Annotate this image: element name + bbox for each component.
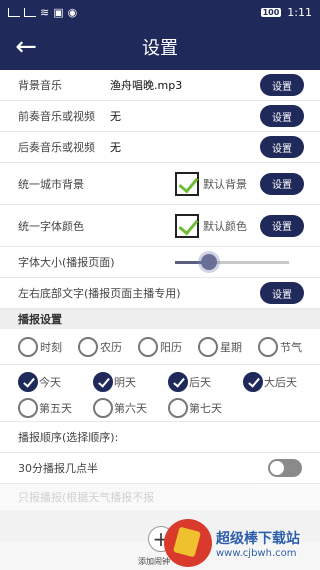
day-6[interactable]: 第六天 xyxy=(93,398,168,418)
watermark-texts: 超级棒下载站 www.cjbwh.com xyxy=(216,528,300,559)
radio-unchecked-icon xyxy=(78,336,98,357)
set-corner-text-button[interactable]: 设置 xyxy=(260,282,304,304)
option-label: 节气 xyxy=(280,340,302,354)
wifi-icon: ≋ xyxy=(40,5,50,19)
faded-row: 只报播报(根据天气播报不报 xyxy=(0,484,320,510)
day-label: 第七天 xyxy=(189,402,222,415)
unchecked-circle-icon xyxy=(168,398,188,418)
settings-list: 背景音乐 渔舟唱晚.mp3 设置 前奏音乐或视频 无 设置 后奏音乐或视频 无 … xyxy=(0,70,320,309)
set-background-music-button[interactable]: 设置 xyxy=(260,74,304,96)
notification-icon: ▣ xyxy=(53,5,64,19)
radio-unchecked-icon xyxy=(258,336,278,357)
signal-icon xyxy=(8,7,20,17)
day-today[interactable]: 今天 xyxy=(18,372,93,392)
day-label: 第六天 xyxy=(114,402,147,415)
slider-knob[interactable] xyxy=(201,254,218,270)
set-prelude-button[interactable]: 设置 xyxy=(260,105,304,127)
row-half-hour: 30分播报几点半 xyxy=(0,453,320,484)
checked-circle-icon xyxy=(18,372,38,392)
set-font-color-button[interactable]: 设置 xyxy=(260,214,304,237)
row-background-music: 背景音乐 渔舟唱晚.mp3 设置 xyxy=(0,70,320,101)
option-solar-term[interactable]: 节气 xyxy=(258,336,318,357)
unchecked-circle-icon xyxy=(18,398,38,418)
checked-circle-icon xyxy=(168,372,188,392)
option-time[interactable]: 时刻 xyxy=(18,336,78,357)
radio-unchecked-icon xyxy=(18,336,38,357)
label-postlude: 后奏音乐或视频 xyxy=(18,141,95,154)
row-postlude: 后奏音乐或视频 无 设置 xyxy=(0,132,320,163)
radio-unchecked-icon xyxy=(138,336,158,357)
back-arrow-icon[interactable]: ← xyxy=(8,30,44,64)
checkbox-checked-icon xyxy=(175,213,199,238)
option-label: 星期 xyxy=(220,340,242,354)
day-label: 明天 xyxy=(114,376,136,389)
day-label: 第五天 xyxy=(39,402,72,415)
day-3-later[interactable]: 大后天 xyxy=(243,372,318,392)
location-icon: ◉ xyxy=(67,5,78,19)
days-row-1: 今天 明天 后天 大后天 xyxy=(18,369,320,395)
option-lunar[interactable]: 农历 xyxy=(78,336,138,357)
default-color-label: 默认颜色 xyxy=(203,219,247,233)
row-font-size: 字体大小(播报页面) xyxy=(0,247,320,278)
unchecked-circle-icon xyxy=(93,398,113,418)
day-5[interactable]: 第五天 xyxy=(18,398,93,418)
row-font-color: 统一字体颜色 默认颜色 设置 xyxy=(0,205,320,247)
day-label: 今天 xyxy=(39,376,61,389)
set-postlude-button[interactable]: 设置 xyxy=(260,136,304,158)
half-hour-label: 30分播报几点半 xyxy=(18,462,98,475)
day-label: 大后天 xyxy=(264,376,297,389)
days-row-2: 第五天 第六天 第七天 xyxy=(18,395,320,421)
broadcast-order[interactable]: 播报顺序(选择顺序): xyxy=(0,422,320,453)
row-prelude: 前奏音乐或视频 无 设置 xyxy=(0,101,320,132)
default-background-checkbox[interactable]: 默认背景 xyxy=(175,171,247,196)
watermark-url: www.cjbwh.com xyxy=(216,547,297,559)
label-prelude: 前奏音乐或视频 xyxy=(18,110,95,123)
row-corner-text: 左右底部文字(播报页面主播专用) 设置 xyxy=(0,278,320,309)
checked-circle-icon xyxy=(243,372,263,392)
option-weekday[interactable]: 星期 xyxy=(198,336,258,357)
watermark: 超级棒下载站 www.cjbwh.com xyxy=(164,518,314,568)
half-hour-toggle[interactable] xyxy=(268,459,302,477)
set-city-background-button[interactable]: 设置 xyxy=(260,172,304,195)
label-background-music: 背景音乐 xyxy=(18,79,62,92)
font-size-slider[interactable] xyxy=(175,254,289,270)
label-font-size: 字体大小(播报页面) xyxy=(18,256,115,269)
watermark-logo-icon xyxy=(164,519,212,567)
page-title: 设置 xyxy=(142,38,178,59)
status-icons-right: 100 1:11 xyxy=(260,5,312,19)
day-label: 后天 xyxy=(189,376,211,389)
label-font-color: 统一字体颜色 xyxy=(18,219,84,233)
section-broadcast-settings: 播报设置 xyxy=(0,309,320,329)
app-bar: ← 设置 xyxy=(0,24,320,70)
option-label: 农历 xyxy=(100,340,122,354)
signal-icon-2 xyxy=(24,7,36,17)
watermark-title: 超级棒下载站 xyxy=(216,530,300,547)
option-solar[interactable]: 阳历 xyxy=(138,336,198,357)
checkbox-checked-icon xyxy=(175,171,199,196)
checked-circle-icon xyxy=(93,372,113,392)
status-icons-left: ≋ ▣ ◉ xyxy=(8,6,77,19)
day-7[interactable]: 第七天 xyxy=(168,398,243,418)
option-label: 阳历 xyxy=(160,340,182,354)
label-corner-text: 左右底部文字(播报页面主播专用) xyxy=(18,287,181,300)
days-selector: 今天 明天 后天 大后天 第五天 第六天 第七天 xyxy=(0,365,320,422)
clock: 1:11 xyxy=(287,5,312,19)
row-city-background: 统一城市背景 默认背景 设置 xyxy=(0,163,320,205)
label-city-background: 统一城市背景 xyxy=(18,177,84,191)
day-after-tomorrow[interactable]: 后天 xyxy=(168,372,243,392)
day-tomorrow[interactable]: 明天 xyxy=(93,372,168,392)
option-label: 时刻 xyxy=(40,340,62,354)
default-background-label: 默认背景 xyxy=(203,177,247,191)
default-color-checkbox[interactable]: 默认颜色 xyxy=(175,213,247,238)
battery-icon: 100 xyxy=(260,7,282,17)
radio-unchecked-icon xyxy=(198,336,218,357)
status-bar: ≋ ▣ ◉ 100 1:11 xyxy=(0,0,320,24)
broadcast-type-options: 时刻 农历 阳历 星期 节气 xyxy=(0,329,320,365)
